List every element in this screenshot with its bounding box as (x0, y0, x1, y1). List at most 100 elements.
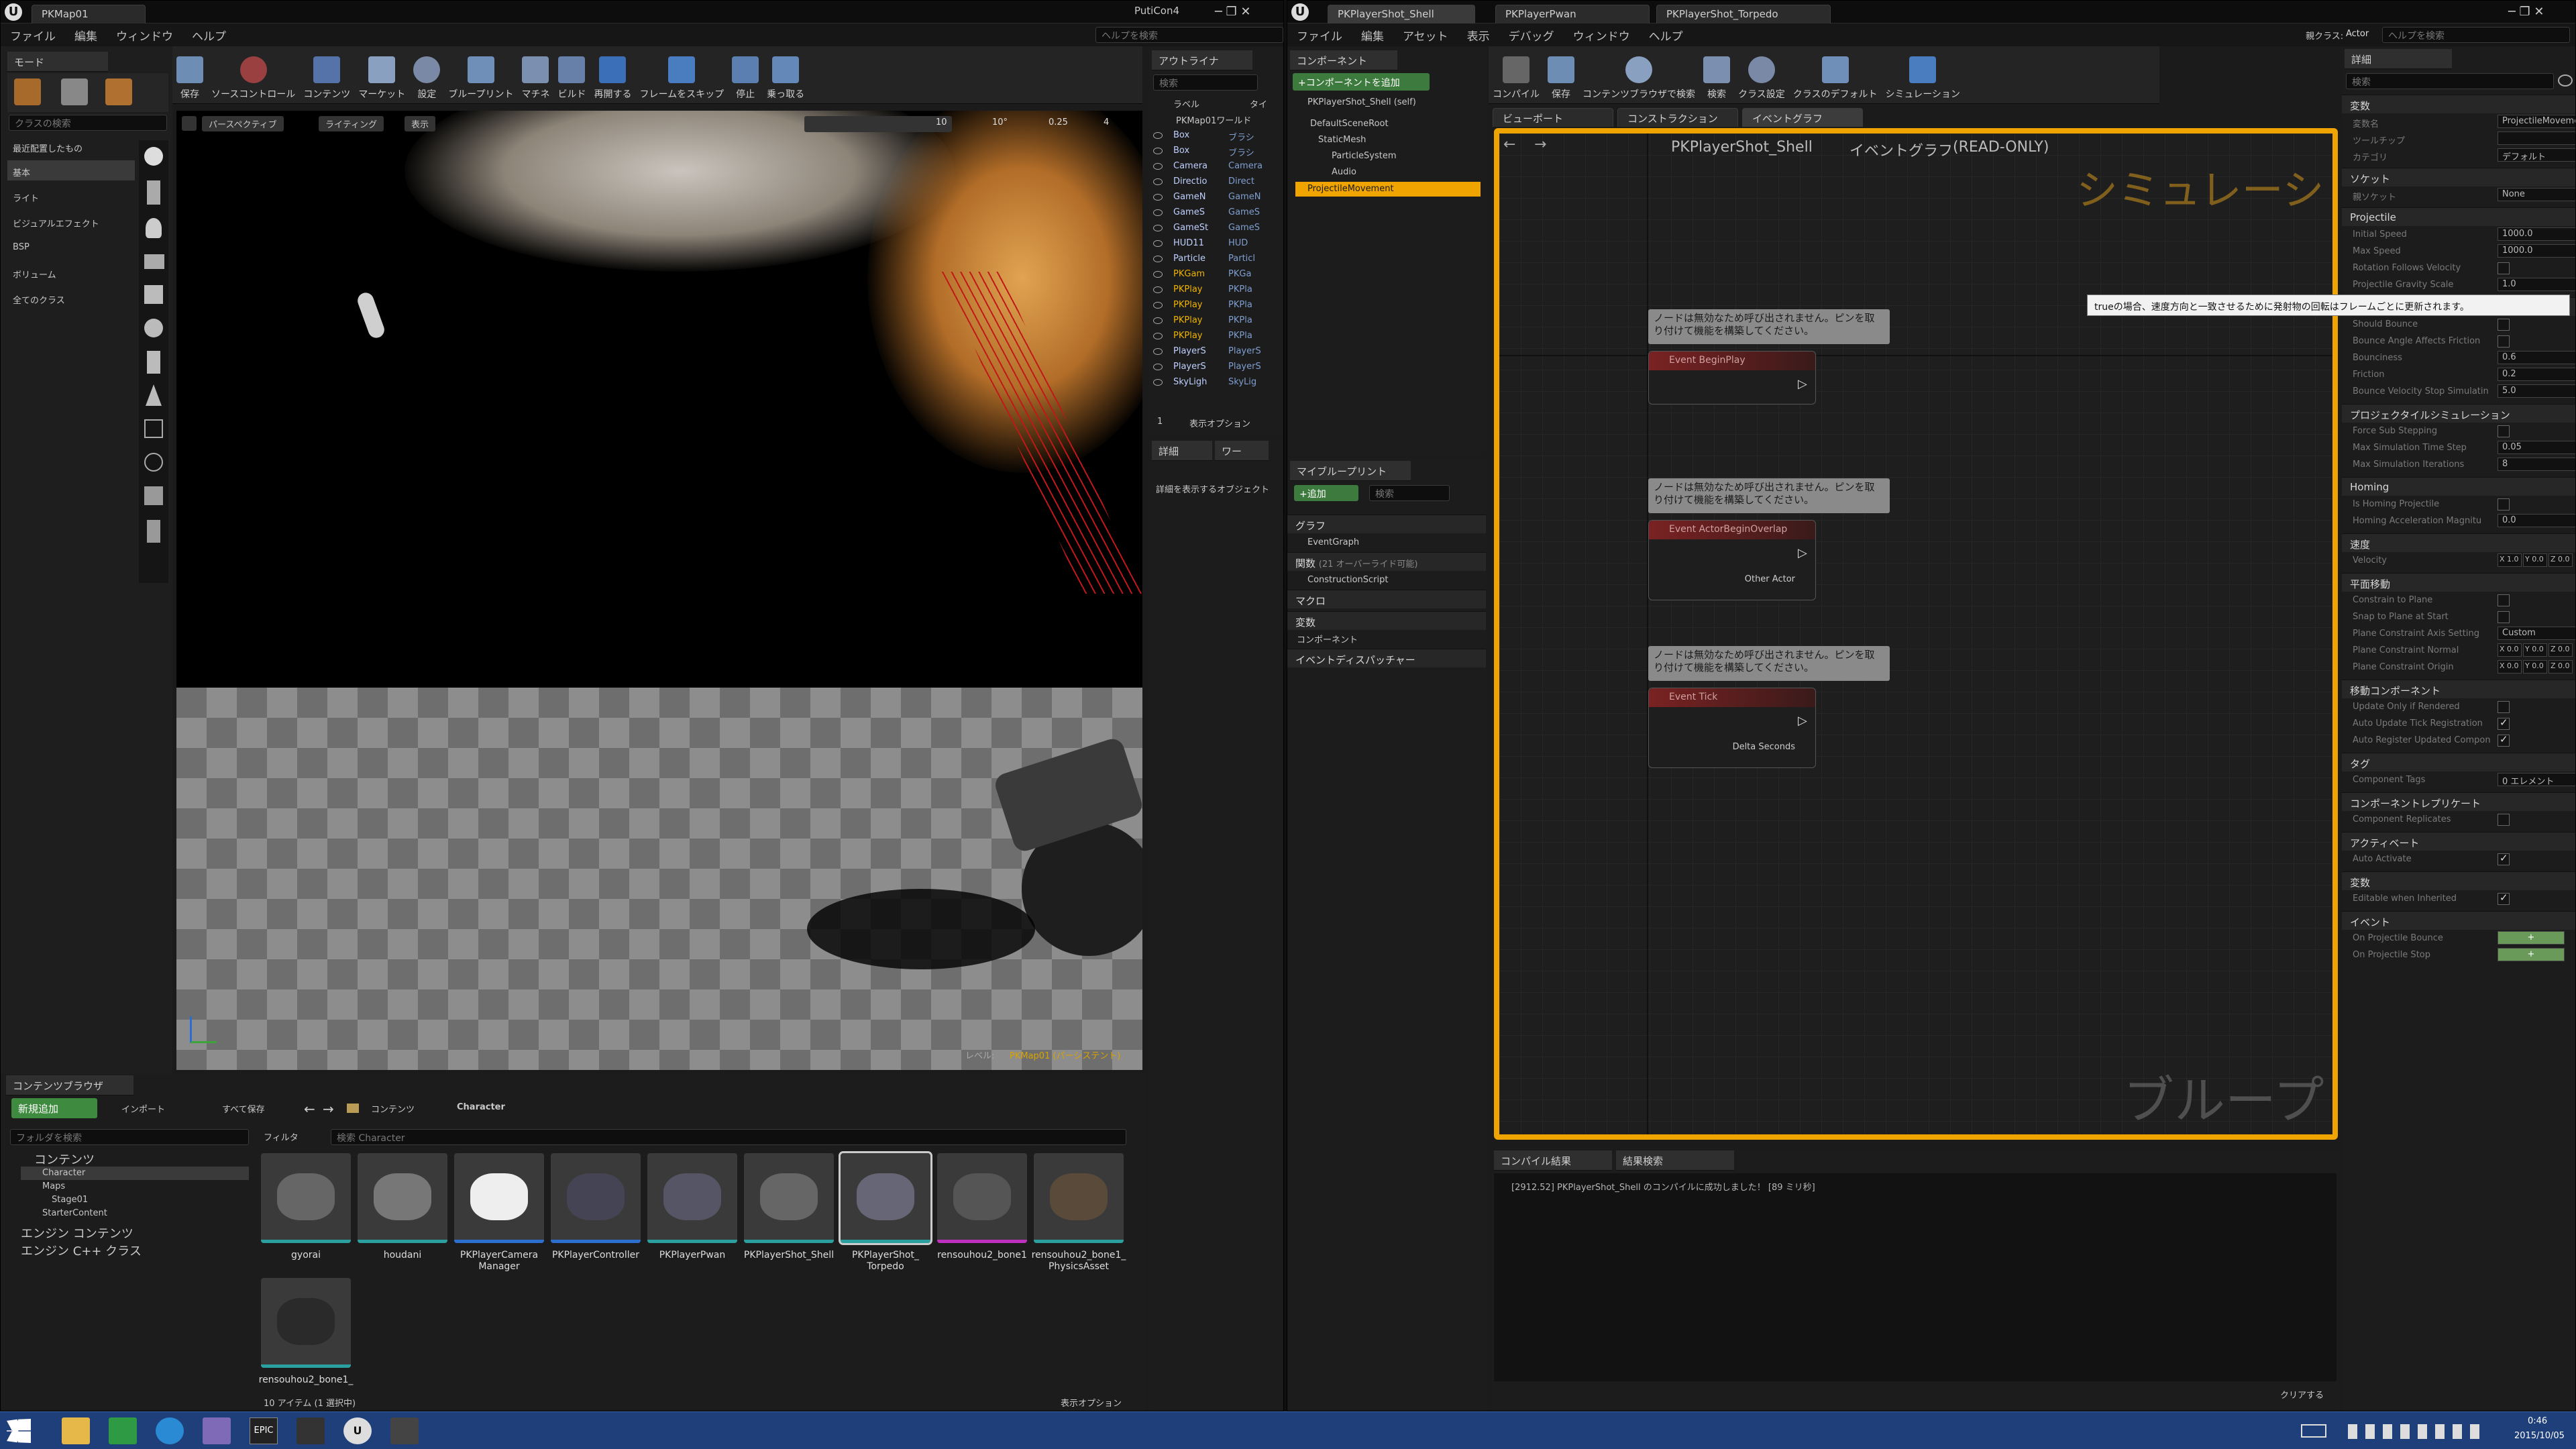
cylinder-icon[interactable] (147, 351, 160, 374)
possess-button[interactable]: 乗っ取る (767, 56, 804, 101)
asset-tile[interactable] (261, 1278, 351, 1368)
details-category[interactable]: タグ (2342, 753, 2575, 771)
property-value-field[interactable]: 8 (2498, 458, 2575, 471)
grid-size[interactable]: 10 (936, 117, 947, 127)
clear-button[interactable]: クリアする (2280, 1388, 2324, 1401)
property-checkbox[interactable] (2498, 594, 2510, 606)
add-new-button[interactable]: 新規追加 (11, 1098, 97, 1118)
visibility-eye-icon[interactable] (1153, 348, 1163, 355)
outliner-row[interactable]: GameSt GameS (1149, 221, 1281, 237)
frame-skip-button[interactable]: フレームをスキップ (639, 56, 724, 101)
place-category-recent[interactable]: 最近配置したもの (13, 142, 83, 154)
outliner-row[interactable]: PKPlay PKPla (1149, 298, 1281, 314)
paint-mode-icon[interactable] (61, 78, 88, 105)
exec-pin-icon[interactable]: ▷ (1798, 714, 1807, 728)
variables-section[interactable]: 変数 (1287, 611, 1486, 630)
add-component-button[interactable]: +コンポーネントを追加 (1293, 73, 1430, 91)
eye-icon[interactable] (2558, 74, 2573, 87)
visibility-eye-icon[interactable] (1153, 271, 1163, 278)
tree-engine-cpp[interactable]: エンジン C++ クラス (21, 1242, 142, 1259)
place-category-vfx[interactable]: ビジュアルエフェクト (13, 217, 99, 229)
outliner-tab[interactable]: アウトライナ (1152, 50, 1252, 70)
details-category[interactable]: イベント (2342, 911, 2575, 930)
visibility-eye-icon[interactable] (1153, 379, 1163, 386)
outliner-row[interactable]: Box ブラシ (1149, 128, 1281, 144)
back-icon[interactable]: ← (304, 1101, 315, 1117)
store-icon[interactable] (109, 1417, 137, 1444)
vector-component-field[interactable]: Y 0.0 (2523, 553, 2547, 567)
camera-icon[interactable] (144, 254, 164, 269)
help-search-input[interactable]: ヘルプを検索 (1095, 27, 1283, 43)
lighting-button[interactable]: ライティング (319, 116, 384, 131)
col-label[interactable]: ラベル (1173, 97, 1199, 110)
event-node[interactable]: Event ActorBeginOverlap ▷ Other Actor (1648, 520, 1816, 600)
col-type[interactable]: タイ (1250, 97, 1267, 110)
bp-save-button[interactable]: 保存 (1548, 56, 1574, 101)
volume-icon[interactable] (144, 486, 163, 505)
functions-section[interactable]: 関数 (21 オーバーライド可能) (1287, 552, 1486, 571)
property-value-field[interactable]: 1000.0 (2498, 244, 2575, 258)
visibility-eye-icon[interactable] (1153, 148, 1163, 154)
outliner-row[interactable]: SkyLigh SkyLig (1149, 375, 1281, 391)
graphs-section[interactable]: グラフ (1287, 515, 1486, 533)
visibility-eye-icon[interactable] (1153, 132, 1163, 139)
component-self[interactable]: PKPlayerShot_Shell (self) (1307, 97, 1416, 107)
game-icon[interactable] (297, 1417, 325, 1444)
tab-construction[interactable]: コンストラクション (1617, 108, 1738, 127)
outliner-row[interactable]: PlayerS PlayerS (1149, 344, 1281, 360)
outliner-row[interactable]: PlayerS PlayerS (1149, 360, 1281, 376)
visibility-eye-icon[interactable] (1153, 178, 1163, 185)
simulation-button[interactable]: シミュレーション (1885, 56, 1960, 101)
outliner-row[interactable]: Camera Camera (1149, 159, 1281, 175)
bp-menu-debug[interactable]: デバッグ (1499, 27, 1564, 44)
my-blueprint-search-input[interactable]: 検索 (1369, 485, 1450, 501)
menu-help[interactable]: ヘルプ (182, 27, 235, 44)
visibility-eye-icon[interactable] (1153, 286, 1163, 293)
details-category[interactable]: ソケット (2342, 168, 2575, 186)
cube-icon[interactable] (144, 285, 163, 304)
property-value-field[interactable] (2498, 131, 2575, 145)
tab-viewport[interactable]: ビューポート (1493, 108, 1613, 127)
details-category[interactable]: 平面移動 (2342, 573, 2575, 592)
asset-tile[interactable] (551, 1153, 641, 1243)
bp-menu-file[interactable]: ファイル (1287, 27, 1352, 44)
details-category[interactable]: コンポーネントレプリケート (2342, 792, 2575, 811)
class-settings-button[interactable]: クラス設定 (1738, 56, 1785, 101)
box-trigger-icon[interactable] (144, 419, 163, 438)
window-controls[interactable]: ─ ❐ ✕ (1215, 5, 1251, 19)
property-value-field[interactable]: 1000.0 (2498, 227, 2575, 241)
property-checkbox[interactable] (2498, 335, 2510, 347)
output-pin-label[interactable]: Delta Seconds (1733, 742, 1795, 752)
menu-file[interactable]: ファイル (1, 27, 65, 44)
find-button[interactable]: 検索 (1703, 56, 1730, 101)
vector-component-field[interactable]: Z 0.0 (2548, 643, 2573, 657)
asset-tile[interactable] (358, 1153, 447, 1243)
browse-button[interactable]: コンテンツブラウザで検索 (1582, 56, 1695, 101)
exec-pin-icon[interactable]: ▷ (1798, 546, 1807, 560)
world-settings-tab[interactable]: ワー (1215, 441, 1269, 461)
import-button[interactable]: インポート (121, 1102, 165, 1115)
vector-component-field[interactable]: Z 0.0 (2548, 660, 2573, 674)
outliner-search-input[interactable]: 検索 (1153, 74, 1258, 91)
compiler-results-tab[interactable]: コンパイル結果 (1494, 1150, 1612, 1171)
asset-tile[interactable] (839, 1151, 932, 1245)
rotation-snap[interactable]: 10° (992, 117, 1008, 127)
tree-maps[interactable]: Maps (42, 1181, 65, 1191)
visibility-eye-icon[interactable] (1153, 194, 1163, 201)
tab-bp-shell[interactable]: PKPlayerShot_Shell (1328, 5, 1475, 23)
tree-content[interactable]: コンテンツ (34, 1150, 95, 1168)
find-results-tab[interactable]: 結果検索 (1616, 1150, 1734, 1171)
property-value-field[interactable]: 0 エレメント (2498, 773, 2575, 786)
tree-character[interactable]: Character (42, 1168, 85, 1178)
bp-menu-view[interactable]: 表示 (1458, 27, 1499, 44)
sphere-trigger-icon[interactable] (144, 453, 163, 472)
unreal-editor-taskbar-icon[interactable]: U (343, 1417, 372, 1444)
vector-component-field[interactable]: Y 0.0 (2523, 660, 2547, 674)
compile-button[interactable]: コンパイル (1493, 56, 1540, 101)
explorer-icon[interactable] (62, 1417, 90, 1444)
components-tab[interactable]: コンポーネント (1290, 50, 1397, 70)
windows-start-icon[interactable] (7, 1419, 31, 1443)
asset-tile[interactable] (261, 1153, 351, 1243)
bp-menu-asset[interactable]: アセット (1393, 27, 1458, 44)
bp-menu-window[interactable]: ウィンドウ (1564, 27, 1640, 44)
